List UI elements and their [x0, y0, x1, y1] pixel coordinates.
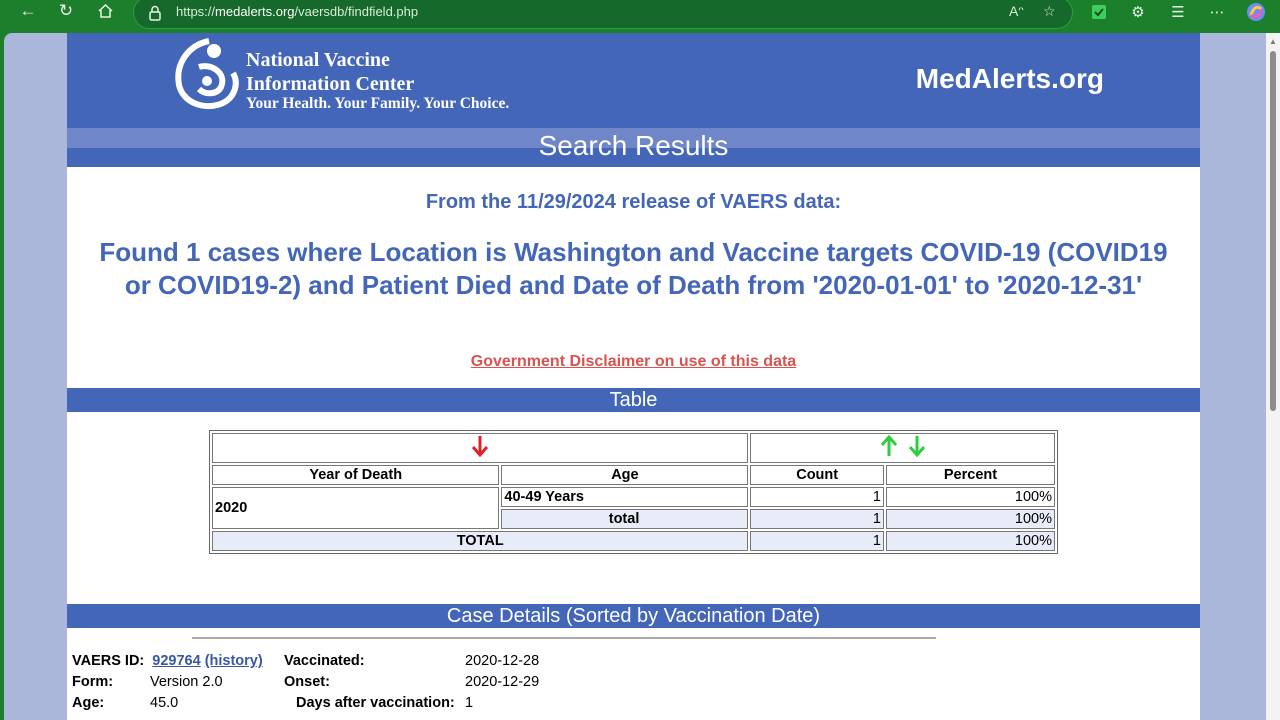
sort-cell-left: [212, 433, 749, 463]
case-details-header: Case Details (Sorted by Vaccination Date…: [67, 604, 1200, 628]
more-menu-icon[interactable]: ⋯: [1206, 2, 1228, 22]
subtotal-label: total: [501, 509, 749, 529]
org-name-line2: Information Center: [246, 73, 415, 95]
total-percent: 100%: [885, 531, 1055, 551]
age-cell: 40-49 Years: [501, 487, 749, 507]
browser-toolbar: ← ↻ https://medalerts.org/vaersdb/findfi…: [0, 0, 1280, 32]
subtotal-count: 1: [750, 509, 884, 529]
history-link[interactable]: (history): [205, 653, 263, 669]
page-viewport: National Vaccine Information Center Your…: [4, 33, 1280, 720]
org-name[interactable]: National Vaccine Information Center: [246, 48, 414, 96]
extension-check-icon[interactable]: [1088, 2, 1110, 22]
year-cell: 2020: [212, 487, 500, 529]
header-age: Age: [501, 465, 749, 485]
sort-cell-right: [750, 433, 1055, 463]
header-percent: Percent: [885, 465, 1055, 485]
total-label: TOTAL: [212, 531, 749, 551]
total-count: 1: [750, 531, 884, 551]
vaers-id-label: VAERS ID:: [72, 653, 145, 669]
back-icon[interactable]: ←: [14, 0, 42, 22]
release-info: From the 11/29/2024 release of VAERS dat…: [425, 191, 842, 213]
onset-value: 2020-12-29: [465, 674, 540, 690]
age-value: 45.0: [150, 695, 179, 711]
page-content: National Vaccine Information Center Your…: [67, 33, 1200, 720]
favorite-star-icon[interactable]: ☆: [1043, 3, 1056, 20]
count-cell: 1: [750, 487, 884, 507]
disclaimer-container: Government Disclaimer on use of this dat…: [67, 353, 1200, 371]
org-name-line1: National Vaccine: [246, 49, 390, 71]
vertical-scrollbar[interactable]: ▲: [1266, 33, 1280, 720]
header-count: Count: [750, 465, 884, 485]
form-label: Form:: [72, 674, 114, 690]
home-icon[interactable]: [91, 0, 119, 22]
site-header: National Vaccine Information Center Your…: [67, 33, 1200, 128]
percent-cell: 100%: [885, 487, 1055, 507]
lock-icon: [149, 5, 161, 21]
address-bar[interactable]: https://medalerts.org/vaersdb/findfield.…: [133, 0, 1073, 29]
page-title: Search Results: [538, 130, 729, 161]
disclaimer-link[interactable]: Government Disclaimer on use of this dat…: [471, 353, 796, 370]
days-after-label: Days after vaccination:: [296, 695, 455, 711]
page-title-bar: Search Results: [67, 128, 1200, 167]
url-text[interactable]: https://medalerts.org/vaersdb/findfield.…: [176, 4, 418, 19]
nvic-logo-icon[interactable]: [171, 37, 241, 113]
vaccinated-label: Vaccinated:: [284, 653, 365, 669]
table-section-header: Table: [67, 388, 1200, 412]
sort-down-arrow-icon[interactable]: [471, 434, 489, 458]
refresh-icon[interactable]: ↻: [52, 0, 80, 22]
sort-up-arrow-icon[interactable]: [880, 434, 898, 458]
vaers-id-link[interactable]: 929764: [152, 653, 200, 669]
scroll-up-icon[interactable]: ▲: [1269, 37, 1277, 46]
copilot-icon[interactable]: [1245, 2, 1267, 22]
extensions-puzzle-icon[interactable]: ⚙: [1127, 2, 1149, 22]
table-row: 2020 40-49 Years 1 100%: [212, 487, 1055, 529]
onset-label: Onset:: [284, 674, 330, 690]
header-year-of-death: Year of Death: [212, 465, 500, 485]
subtotal-percent: 100%: [885, 509, 1055, 529]
results-table: Year of Death Age Count Percent 2020 40-…: [209, 430, 1058, 554]
results-summary: Found 1 cases where Location is Washingt…: [99, 237, 1168, 300]
divider: [192, 637, 936, 639]
org-tagline: Your Health. Your Family. Your Choice.: [246, 95, 510, 112]
site-name-link[interactable]: MedAlerts.org: [916, 63, 1104, 95]
age-label: Age:: [72, 695, 105, 711]
form-value: Version 2.0: [150, 674, 223, 690]
days-after-value: 1: [465, 695, 474, 711]
scrollbar-thumb[interactable]: [1270, 51, 1276, 411]
sort-down-green-arrow-icon[interactable]: [908, 434, 926, 458]
read-aloud-icon[interactable]: Aᵔ: [1009, 3, 1024, 19]
favorites-list-icon[interactable]: ☰: [1167, 2, 1189, 22]
table-row-total: TOTAL 1 100%: [212, 531, 1055, 551]
vaccinated-value: 2020-12-28: [465, 653, 540, 669]
